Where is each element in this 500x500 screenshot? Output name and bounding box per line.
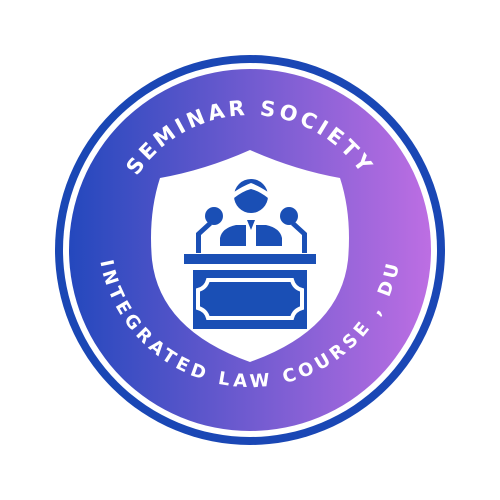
seminar-society-badge: SEMINAR SOCIETY INTEGRATED LAW COURSE , …	[55, 55, 445, 445]
